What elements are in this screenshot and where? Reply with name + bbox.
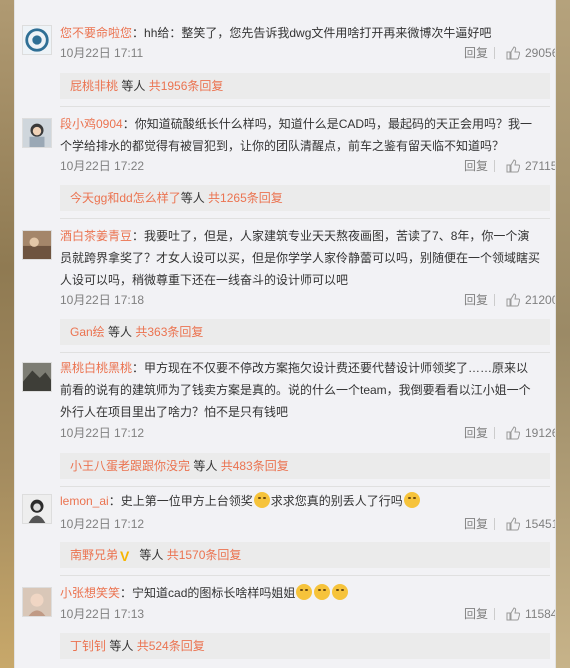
emoji-icon <box>332 584 349 600</box>
emoji-icon <box>296 584 313 600</box>
reply-summary[interactable]: 今天gg和dd怎么样了等人 共1265条回复 <box>60 185 550 211</box>
reply-summary-text: 等人 <box>136 548 167 562</box>
comment-time: 10月22日 17:11 <box>60 46 144 60</box>
comment-separator <box>60 486 550 487</box>
thumbs-up-icon <box>506 46 520 60</box>
comment-username[interactable]: 您不要命啦您 <box>60 26 132 40</box>
emoji-icon <box>314 584 331 600</box>
sweat-emoji-icon <box>403 492 420 508</box>
divider <box>494 47 495 59</box>
comment-username[interactable]: 小张想笑笑 <box>60 586 120 600</box>
reply-summary[interactable]: 丁钊钊 等人 共524条回复 <box>60 633 550 659</box>
reply-button[interactable]: 回复 <box>464 157 488 175</box>
divider <box>494 294 495 306</box>
comment-content: ：我要吐了，但是，人家建筑专业天天熬夜画图，苦读了7、8年，你一个演员就跨界拿奖… <box>60 229 541 287</box>
comment-username[interactable]: 段小鸡0904 <box>60 117 123 131</box>
reply-count-link[interactable]: 共524条回复 <box>137 639 205 653</box>
divider <box>494 518 495 530</box>
reply-summary[interactable]: 小王八蛋老跟跟你没完 等人 共483条回复 <box>60 453 550 479</box>
avatar[interactable] <box>22 362 52 392</box>
comment-list: 您不要命啦您：hh给：整笑了，您先告诉我dwg文件用啥打开再来微博次牛逼好吧 1… <box>14 0 556 668</box>
like-count: 15451 <box>525 517 556 531</box>
background-right <box>556 0 570 668</box>
reply-username[interactable]: 小王八蛋老跟跟你没完 <box>70 459 190 473</box>
avatar[interactable] <box>22 587 52 617</box>
comment-content: 求求您真的别丢人了行吗 <box>270 494 403 508</box>
comment-meta: 10月22日 17:11 回复 29056 <box>60 44 555 62</box>
avatar[interactable] <box>22 118 52 148</box>
like-count: 11584 <box>525 607 556 621</box>
background-left <box>0 0 14 668</box>
embarrassed-emoji-icon <box>253 492 270 508</box>
reply-summary[interactable]: 屁桃非桃 等人 共1956条回复 <box>60 73 550 99</box>
thumbs-up-icon <box>506 293 520 307</box>
thumbs-up-icon <box>506 426 520 440</box>
comment-username[interactable]: lemon_ai <box>60 494 109 508</box>
reply-count-link[interactable]: 共483条回复 <box>221 459 289 473</box>
reply-count-link[interactable]: 共363条回复 <box>135 325 203 339</box>
comment-username[interactable]: 黑桃白桃黑桃 <box>60 361 132 375</box>
thumbs-up-icon <box>506 159 520 173</box>
comment-separator <box>60 218 550 219</box>
comment-text: 黑桃白桃黑桃：甲方现在不仅要不停改方案拖欠设计费还要代替设计师领奖了……原来以前… <box>60 357 540 423</box>
reply-username[interactable]: 南野兄弟 <box>70 548 118 562</box>
like-count: 19126 <box>525 426 556 440</box>
comment-meta: 10月22日 17:13 回复 11584 <box>60 605 555 623</box>
reply-button[interactable]: 回复 <box>464 605 488 623</box>
reply-button[interactable]: 回复 <box>464 424 488 442</box>
reply-username[interactable]: 今天gg和dd怎么样了 <box>70 191 181 205</box>
divider <box>494 427 495 439</box>
comment-separator <box>60 106 550 107</box>
comment-time: 10月22日 17:12 <box>60 517 145 531</box>
reply-button[interactable]: 回复 <box>464 44 488 62</box>
reply-count-link[interactable]: 共1956条回复 <box>149 79 224 93</box>
reply-summary[interactable]: Gan绘 等人 共363条回复 <box>60 319 550 345</box>
comment-content: ：宁知道cad的图标长啥样吗姐姐 <box>120 586 296 600</box>
comment-text: 您不要命啦您：hh给：整笑了，您先告诉我dwg文件用啥打开再来微博次牛逼好吧 <box>60 22 540 44</box>
comment-text: 酒白茶姜青豆：我要吐了，但是，人家建筑专业天天熬夜画图，苦读了7、8年，你一个演… <box>60 225 540 291</box>
reply-summary[interactable]: 南野兄弟 V 等人 共1570条回复 <box>60 542 550 568</box>
reply-summary-text: 等人 <box>190 459 221 473</box>
like-count: 21200 <box>525 293 556 307</box>
comment-meta: 10月22日 17:22 回复 27115 <box>60 157 555 175</box>
divider <box>494 160 495 172</box>
avatar[interactable] <box>22 25 52 55</box>
comment-time: 10月22日 17:18 <box>60 293 145 307</box>
comment-separator <box>60 352 550 353</box>
like-count: 27115 <box>525 159 556 173</box>
comment-text: lemon_ai：史上第一位甲方上台领奖 求求您真的别丢人了行吗 <box>60 490 540 512</box>
v-badge-icon: V <box>120 548 130 564</box>
comment-meta: 10月22日 17:18 回复 21200 <box>60 291 555 309</box>
thumbs-up-icon <box>506 517 520 531</box>
comment-content: ：hh给：整笑了，您先告诉我dwg文件用啥打开再来微博次牛逼好吧 <box>132 26 492 40</box>
comment-time: 10月22日 17:22 <box>60 159 145 173</box>
reply-summary-text: 等人 <box>106 639 137 653</box>
divider <box>494 608 495 620</box>
reply-summary-text: 等人 <box>118 79 149 93</box>
reply-count-link[interactable]: 共1570条回复 <box>167 548 242 562</box>
reply-username[interactable]: 丁钊钊 <box>70 639 106 653</box>
reply-button[interactable]: 回复 <box>464 291 488 309</box>
reply-username[interactable]: Gan绘 <box>70 325 105 339</box>
comment-time: 10月22日 17:13 <box>60 607 145 621</box>
reply-username[interactable]: 屁桃非桃 <box>70 79 118 93</box>
comment-content: ：你知道硫酸纸长什么样吗，知道什么是CAD吗，最起码的天正会用吗？我一个学给排水… <box>60 117 533 153</box>
reply-button[interactable]: 回复 <box>464 515 488 533</box>
comment-username[interactable]: 酒白茶姜青豆 <box>60 229 132 243</box>
comment-content: ：史上第一位甲方上台领奖 <box>108 494 253 508</box>
comment-meta: 10月22日 17:12 回复 19126 <box>60 424 555 442</box>
comment-text: 小张想笑笑：宁知道cad的图标长啥样吗姐姐 <box>60 582 540 604</box>
comment-meta: 10月22日 17:12 回复 15451 <box>60 515 555 533</box>
thumbs-up-icon <box>506 607 520 621</box>
reply-summary-text: 等人 <box>180 191 209 205</box>
comment-text: 段小鸡0904：你知道硫酸纸长什么样吗，知道什么是CAD吗，最起码的天正会用吗？… <box>60 113 540 157</box>
comment-separator <box>60 575 550 576</box>
avatar[interactable] <box>22 494 52 524</box>
comment-time: 10月22日 17:12 <box>60 426 145 440</box>
like-count: 29056 <box>525 46 556 60</box>
reply-summary-text: 等人 <box>104 325 136 339</box>
avatar[interactable] <box>22 230 52 260</box>
reply-count-link[interactable]: 共1265条回复 <box>208 191 283 205</box>
